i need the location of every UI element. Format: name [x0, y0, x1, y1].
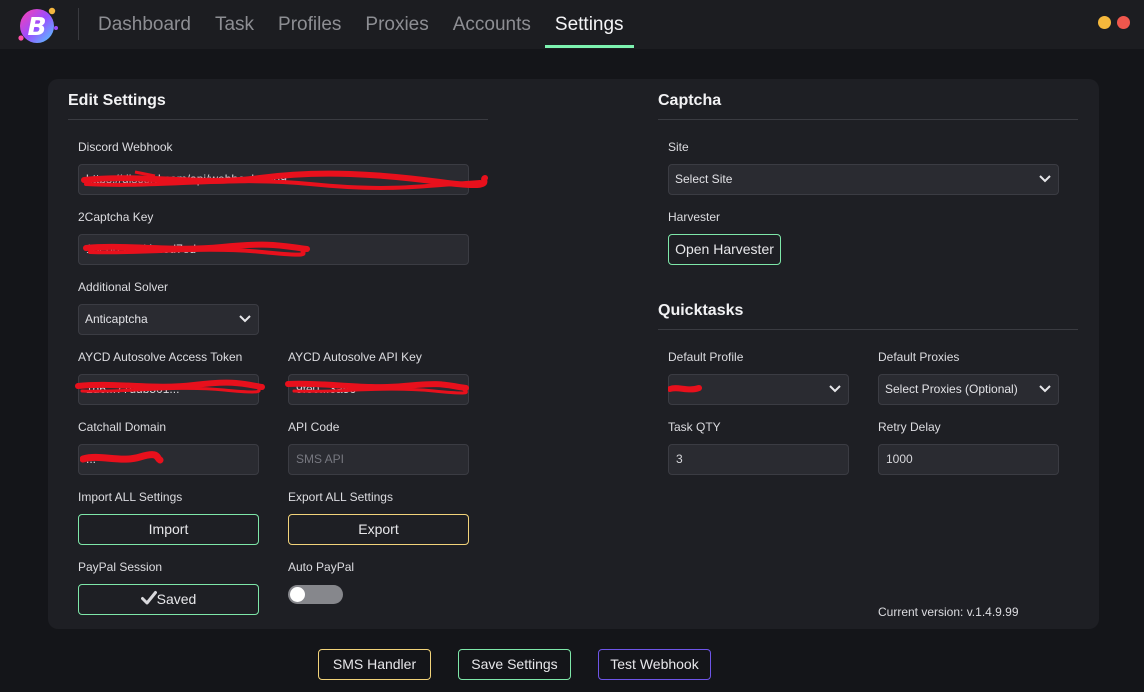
export-settings-label: Export ALL Settings: [288, 490, 393, 504]
site-select[interactable]: Select Site: [668, 164, 1059, 195]
additional-solver-label: Additional Solver: [78, 280, 169, 294]
nav-tab-task[interactable]: Task: [203, 0, 266, 49]
save-settings-button[interactable]: Save Settings: [458, 649, 571, 680]
default-profile-label: Default Profile: [668, 350, 744, 364]
site-select-value: Select Site: [675, 172, 733, 186]
additional-solver-value: Anticaptcha: [85, 312, 148, 326]
api-code-label: API Code: [288, 420, 340, 434]
retry-delay-label: Retry Delay: [878, 420, 941, 434]
captcha-divider: [658, 119, 1078, 120]
site-label: Site: [668, 140, 689, 154]
sms-handler-button[interactable]: SMS Handler: [318, 649, 431, 680]
discord-webhook-label: Discord Webhook: [78, 140, 173, 154]
harvester-label: Harvester: [668, 210, 721, 224]
auto-paypal-toggle[interactable]: [288, 585, 343, 604]
top-bar: B Dashboard Task Profiles Proxies Accoun…: [0, 0, 1144, 49]
default-profile-value: ...: [675, 382, 686, 396]
aycd-token-label: AYCD Autosolve Access Token: [78, 350, 243, 364]
default-proxies-label: Default Proxies: [878, 350, 960, 364]
paypal-session-label: PayPal Session: [78, 560, 163, 574]
toggle-knob: [290, 587, 305, 602]
chevron-down-icon: [239, 315, 251, 323]
nav-tab-settings[interactable]: Settings: [543, 0, 636, 49]
logo-divider: [78, 8, 79, 40]
chevron-down-icon: [829, 385, 841, 393]
nav-tab-profiles[interactable]: Profiles: [266, 0, 353, 49]
paypal-session-status: Saved: [156, 591, 197, 607]
nav-tab-dashboard[interactable]: Dashboard: [86, 0, 203, 49]
svg-text:B: B: [27, 12, 46, 41]
nav-tab-accounts[interactable]: Accounts: [441, 0, 543, 49]
version-text: Current version: v.1.4.9.99: [878, 605, 1019, 619]
edit-settings-divider: [68, 119, 488, 120]
chevron-down-icon: [1039, 385, 1051, 393]
catchall-domain-input[interactable]: ...: [78, 444, 259, 475]
captcha-title: Captcha: [658, 92, 722, 109]
api-code-input[interactable]: SMS API: [288, 444, 469, 475]
open-harvester-button[interactable]: Open Harvester: [668, 234, 781, 265]
task-qty-label: Task QTY: [668, 420, 721, 434]
paypal-session-button[interactable]: Saved: [78, 584, 259, 615]
task-qty-input[interactable]: 3: [668, 444, 849, 475]
aycd-api-key-input[interactable]: 9fe0...3a56: [288, 374, 469, 405]
quicktasks-divider: [658, 329, 1078, 330]
nav-tab-proxies[interactable]: Proxies: [353, 0, 440, 49]
import-button[interactable]: Import: [78, 514, 259, 545]
edit-settings-title: Edit Settings: [68, 92, 166, 109]
additional-solver-select[interactable]: Anticaptcha: [78, 304, 259, 335]
aycd-api-key-label: AYCD Autosolve API Key: [288, 350, 422, 364]
captcha-key-input[interactable]: 10e06313d4...ed7ed: [78, 234, 469, 265]
catchall-domain-label: Catchall Domain: [78, 420, 167, 434]
default-proxies-select[interactable]: Select Proxies (Optional): [878, 374, 1059, 405]
chevron-down-icon: [1039, 175, 1051, 183]
main-nav: Dashboard Task Profiles Proxies Accounts…: [86, 0, 636, 49]
quicktasks-title: Quicktasks: [658, 302, 744, 319]
default-profile-select[interactable]: ...: [668, 374, 849, 405]
import-settings-label: Import ALL Settings: [78, 490, 183, 504]
close-icon[interactable]: [1117, 16, 1130, 29]
discord-webhook-input[interactable]: https://discord.com/api/webhooks/869...: [78, 164, 469, 195]
default-proxies-value: Select Proxies (Optional): [885, 382, 1018, 396]
auto-paypal-label: Auto PayPal: [288, 560, 355, 574]
retry-delay-input[interactable]: 1000: [878, 444, 1059, 475]
test-webhook-button[interactable]: Test Webhook: [598, 649, 711, 680]
checkmark-icon: [140, 591, 157, 605]
app-logo[interactable]: B: [16, 5, 60, 45]
aycd-token-input[interactable]: 1d6...77ddb501...: [78, 374, 259, 405]
minimize-icon[interactable]: [1098, 16, 1111, 29]
captcha-key-label: 2Captcha Key: [78, 210, 154, 224]
export-button[interactable]: Export: [288, 514, 469, 545]
